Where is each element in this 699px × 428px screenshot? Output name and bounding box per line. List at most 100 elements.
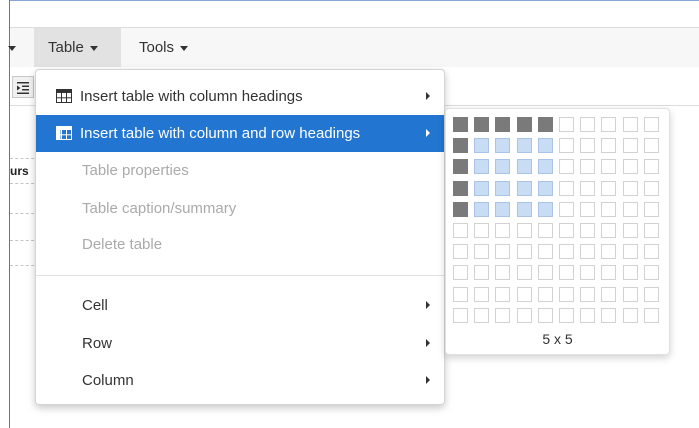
grid-cell[interactable] (517, 159, 532, 174)
indent-button[interactable] (12, 76, 34, 98)
menu-item-column[interactable]: Column (36, 362, 444, 399)
grid-cell[interactable] (580, 117, 595, 132)
grid-cell[interactable] (580, 244, 595, 259)
grid-cell[interactable] (601, 202, 616, 217)
grid-cell[interactable] (495, 244, 510, 259)
grid-cell[interactable] (559, 181, 574, 196)
grid-cell[interactable] (623, 181, 638, 196)
menu-item-insert-table-column-row-headings[interactable]: Insert table with column and row heading… (36, 115, 444, 152)
grid-cell[interactable] (474, 308, 489, 323)
grid-cell[interactable] (495, 287, 510, 302)
grid-cell[interactable] (623, 265, 638, 280)
grid-cell[interactable] (559, 202, 574, 217)
grid-cell[interactable] (517, 223, 532, 238)
grid-cell[interactable] (474, 287, 489, 302)
grid-cell[interactable] (644, 117, 659, 132)
grid-cell[interactable] (623, 117, 638, 132)
grid-cell[interactable] (538, 287, 553, 302)
grid-cell[interactable] (453, 244, 468, 259)
grid-cell[interactable] (538, 159, 553, 174)
grid-cell[interactable] (580, 159, 595, 174)
grid-cell[interactable] (601, 308, 616, 323)
grid-cell[interactable] (474, 265, 489, 280)
grid-cell[interactable] (474, 159, 489, 174)
grid-cell[interactable] (474, 181, 489, 196)
grid-cell[interactable] (474, 244, 489, 259)
grid-cell[interactable] (517, 181, 532, 196)
grid-cell[interactable] (495, 265, 510, 280)
grid-cell[interactable] (474, 138, 489, 153)
grid-cell[interactable] (495, 308, 510, 323)
menu-item-cell[interactable]: Cell (36, 287, 444, 324)
grid-cell[interactable] (495, 202, 510, 217)
grid-cell[interactable] (538, 138, 553, 153)
grid-cell[interactable] (644, 181, 659, 196)
menu-item-row[interactable]: Row (36, 325, 444, 362)
grid-cell[interactable] (474, 117, 489, 132)
grid-cell[interactable] (580, 287, 595, 302)
grid-cell[interactable] (559, 159, 574, 174)
grid-cell[interactable] (538, 244, 553, 259)
grid-cell[interactable] (623, 308, 638, 323)
grid-cell[interactable] (559, 244, 574, 259)
menu-tools[interactable]: Tools (136, 28, 189, 67)
grid-cell[interactable] (453, 117, 468, 132)
grid-cell[interactable] (453, 138, 468, 153)
grid-cell[interactable] (559, 287, 574, 302)
grid-cell[interactable] (538, 202, 553, 217)
grid-cell[interactable] (559, 308, 574, 323)
grid-cell[interactable] (644, 265, 659, 280)
grid-cell[interactable] (453, 308, 468, 323)
grid-cell[interactable] (644, 138, 659, 153)
grid-cell[interactable] (559, 138, 574, 153)
grid-cell[interactable] (601, 181, 616, 196)
grid-cell[interactable] (559, 265, 574, 280)
grid-cell[interactable] (453, 202, 468, 217)
grid-cell[interactable] (538, 308, 553, 323)
grid-cell[interactable] (474, 202, 489, 217)
grid-cell[interactable] (644, 202, 659, 217)
grid-cell[interactable] (601, 265, 616, 280)
grid-cell[interactable] (538, 181, 553, 196)
grid-cell[interactable] (538, 223, 553, 238)
grid-cell[interactable] (517, 202, 532, 217)
grid-cell[interactable] (538, 265, 553, 280)
grid-cell[interactable] (580, 202, 595, 217)
grid-cell[interactable] (453, 287, 468, 302)
grid-cell[interactable] (580, 181, 595, 196)
grid-cell[interactable] (644, 244, 659, 259)
grid-cell[interactable] (623, 202, 638, 217)
grid-cell[interactable] (644, 287, 659, 302)
grid-cell[interactable] (580, 223, 595, 238)
grid-cell[interactable] (644, 159, 659, 174)
grid-cell[interactable] (601, 159, 616, 174)
grid-cell[interactable] (517, 117, 532, 132)
grid-cell[interactable] (623, 287, 638, 302)
grid-cell[interactable] (495, 117, 510, 132)
grid-cell[interactable] (517, 308, 532, 323)
grid-cell[interactable] (495, 223, 510, 238)
grid-cell[interactable] (601, 287, 616, 302)
grid-cell[interactable] (580, 308, 595, 323)
grid-cell[interactable] (644, 223, 659, 238)
grid-cell[interactable] (517, 287, 532, 302)
grid-cell[interactable] (453, 181, 468, 196)
grid-cell[interactable] (623, 244, 638, 259)
previous-menu-caret[interactable] (8, 28, 22, 67)
grid-cell[interactable] (517, 265, 532, 280)
grid-cell[interactable] (538, 117, 553, 132)
grid-cell[interactable] (453, 159, 468, 174)
grid-cell[interactable] (474, 223, 489, 238)
grid-cell[interactable] (559, 117, 574, 132)
grid-cell[interactable] (517, 138, 532, 153)
grid-cell[interactable] (601, 138, 616, 153)
menu-table[interactable]: Table (34, 28, 121, 67)
grid-cell[interactable] (495, 138, 510, 153)
grid-cell[interactable] (495, 181, 510, 196)
grid-cell[interactable] (453, 223, 468, 238)
grid-cell[interactable] (601, 223, 616, 238)
grid-cell[interactable] (601, 244, 616, 259)
menu-item-insert-table-column-headings[interactable]: Insert table with column headings (36, 78, 444, 115)
grid-cell[interactable] (623, 138, 638, 153)
grid-cell[interactable] (644, 308, 659, 323)
